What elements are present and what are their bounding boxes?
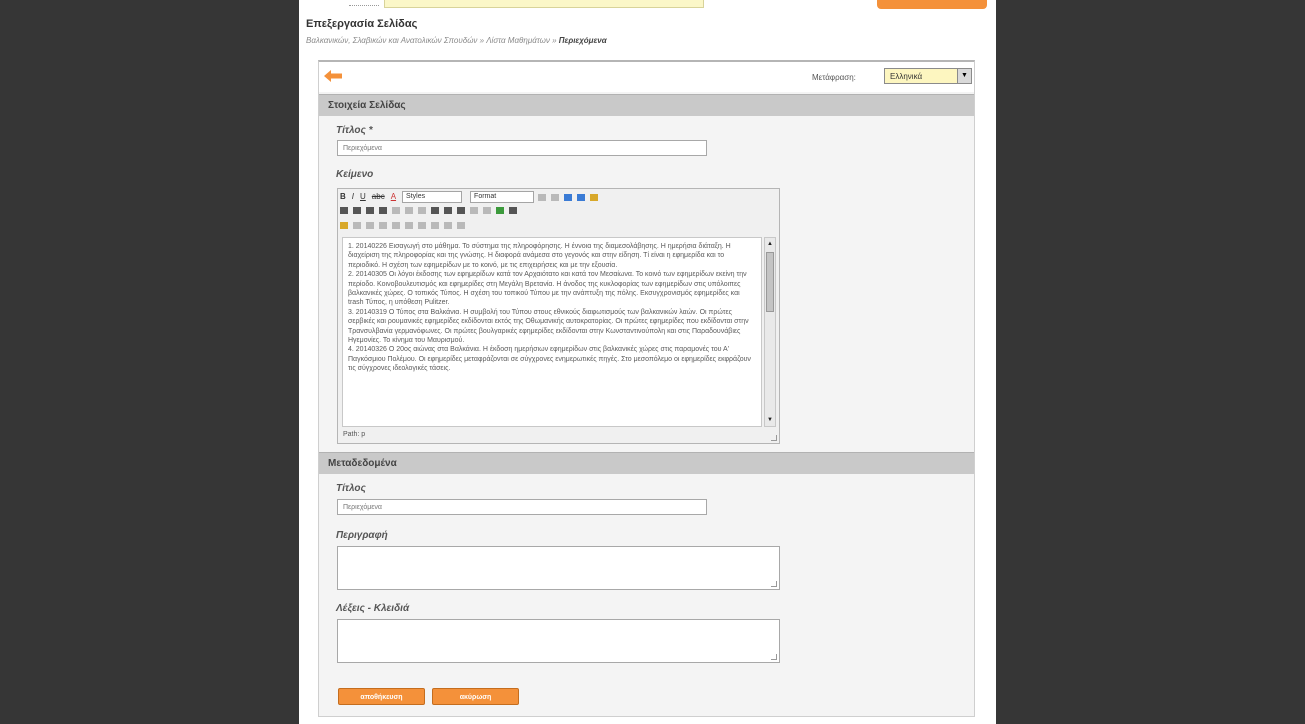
resize-grip-icon[interactable] [771, 581, 777, 587]
superscript-icon[interactable] [457, 207, 465, 215]
format-select[interactable]: Format [470, 191, 535, 203]
outdent-icon[interactable] [418, 207, 426, 215]
scroll-up-icon[interactable]: ▲ [766, 239, 774, 249]
title-label: Τίτλος * [336, 125, 373, 136]
content-label: Κείμενο [336, 169, 374, 180]
description-textarea[interactable] [337, 546, 780, 590]
table-row-props-icon[interactable] [444, 222, 452, 230]
indent-icon[interactable] [431, 207, 439, 215]
search-label [349, 2, 379, 6]
page-title: Επεξεργασία Σελίδας [306, 18, 418, 30]
table-delete-icon[interactable] [379, 222, 387, 230]
save-button[interactable]: αποθήκευση [338, 688, 425, 705]
back-arrow-icon[interactable] [324, 70, 342, 82]
main-page: Επεξεργασία Σελίδας Βαλκανικών, Σλαβικών… [299, 0, 996, 724]
numbered-list-icon[interactable] [405, 207, 413, 215]
table-props-icon[interactable] [418, 222, 426, 230]
section-metadata: Μεταδεδομένα [319, 452, 974, 474]
editor-paragraph: 4. 20140326 Ο 20ος αιώνας στα Βαλκάνια. … [348, 346, 751, 373]
rich-text-editor: B I Uabc A Styles Format 1. 20140226 Εισαγωγή… [337, 188, 780, 444]
breadcrumb-separator: » [479, 36, 485, 45]
editor-paragraph: 2. 20140305 Οι λόγοι έκδοσης των εφημερί… [348, 271, 747, 307]
editor-content[interactable]: 1. 20140226 Εισαγωγή στο μάθημα. Το σύστ… [342, 237, 762, 427]
underline-icon[interactable]: U [360, 192, 366, 201]
table-merge-icon[interactable] [392, 222, 400, 230]
table-icon[interactable] [340, 222, 348, 230]
cleanup-icon[interactable] [590, 193, 599, 201]
meta-title-input[interactable]: Περιεχόμενα [337, 499, 707, 515]
editor-paragraph: 1. 20140226 Εισαγωγή στο μάθημα. Το σύστ… [348, 243, 731, 269]
resize-grip-icon[interactable] [771, 654, 777, 660]
table-row-icon[interactable] [353, 222, 361, 230]
section-page-details: Στοιχεία Σελίδας [319, 94, 974, 116]
title-input[interactable]: Περιεχόμενα [337, 140, 707, 156]
image-icon[interactable] [496, 207, 504, 215]
language-value: Ελληνικά [890, 72, 923, 81]
html-source-icon[interactable] [457, 222, 465, 230]
edit-form: Μετάφραση: Ελληνικά ▼ Στοιχεία Σελίδας Τ… [318, 60, 975, 717]
editor-toolbar-row-1: B I Uabc A Styles Format [340, 191, 603, 205]
chevron-down-icon[interactable]: ▼ [957, 69, 971, 83]
search-input[interactable] [384, 0, 704, 8]
description-label: Περιγραφή [336, 530, 388, 541]
redo-icon[interactable] [551, 193, 560, 201]
align-right-icon[interactable] [366, 207, 374, 215]
table-cell-icon[interactable] [431, 222, 439, 230]
editor-path: Path: p [343, 431, 366, 438]
scroll-thumb[interactable] [766, 252, 774, 312]
align-justify-icon[interactable] [379, 207, 387, 215]
form-toolbar: Μετάφραση: Ελληνικά ▼ [319, 62, 974, 92]
align-center-icon[interactable] [353, 207, 361, 215]
font-color-icon[interactable]: A [391, 192, 396, 201]
strikethrough-icon[interactable]: abc [372, 192, 385, 201]
scroll-down-icon[interactable]: ▼ [766, 415, 774, 425]
unlink-icon[interactable] [483, 207, 491, 215]
italic-icon[interactable]: I [352, 192, 354, 201]
cancel-button[interactable]: ακύρωση [432, 688, 519, 705]
keywords-label: Λέξεις - Κλειδιά [336, 603, 410, 614]
table-col-icon[interactable] [366, 222, 374, 230]
keywords-textarea[interactable] [337, 619, 780, 663]
resize-grip-icon[interactable] [771, 435, 777, 441]
table-split-icon[interactable] [405, 222, 413, 230]
horizontal-rule-icon[interactable] [509, 207, 517, 215]
bullet-list-icon[interactable] [392, 207, 400, 215]
editor-scrollbar[interactable]: ▲ ▼ [764, 237, 776, 427]
section-title: Στοιχεία Σελίδας [328, 100, 406, 111]
language-select[interactable]: Ελληνικά ▼ [884, 68, 972, 84]
editor-paragraph: 3. 20140319 Ο Τύπος στα Βαλκάνια. Η συμβ… [348, 308, 749, 345]
breadcrumb-item-department[interactable]: Βαλκανικών, Σλαβικών και Ανατολικών Σπου… [306, 36, 477, 45]
bold-icon[interactable]: B [340, 192, 346, 201]
editor-toolbar-row-3 [340, 221, 470, 235]
link-icon[interactable] [470, 207, 478, 215]
styles-select[interactable]: Styles [402, 191, 463, 203]
subscript-icon[interactable] [444, 207, 452, 215]
editor-toolbar-row-2 [340, 206, 522, 220]
breadcrumb-item-courses[interactable]: Λίστα Μαθημάτων [486, 36, 550, 45]
paste-icon[interactable] [564, 193, 573, 201]
section-title: Μεταδεδομένα [328, 458, 397, 469]
breadcrumb-current: Περιεχόμενα [558, 36, 607, 45]
undo-icon[interactable] [538, 193, 547, 201]
search-button[interactable] [877, 0, 987, 9]
breadcrumb-separator: » [552, 36, 557, 45]
meta-title-label: Τίτλος [336, 483, 366, 494]
breadcrumb: Βαλκανικών, Σλαβικών και Ανατολικών Σπου… [306, 36, 607, 45]
paste-word-icon[interactable] [577, 193, 586, 201]
translation-label: Μετάφραση: [812, 73, 856, 82]
align-left-icon[interactable] [340, 207, 348, 215]
